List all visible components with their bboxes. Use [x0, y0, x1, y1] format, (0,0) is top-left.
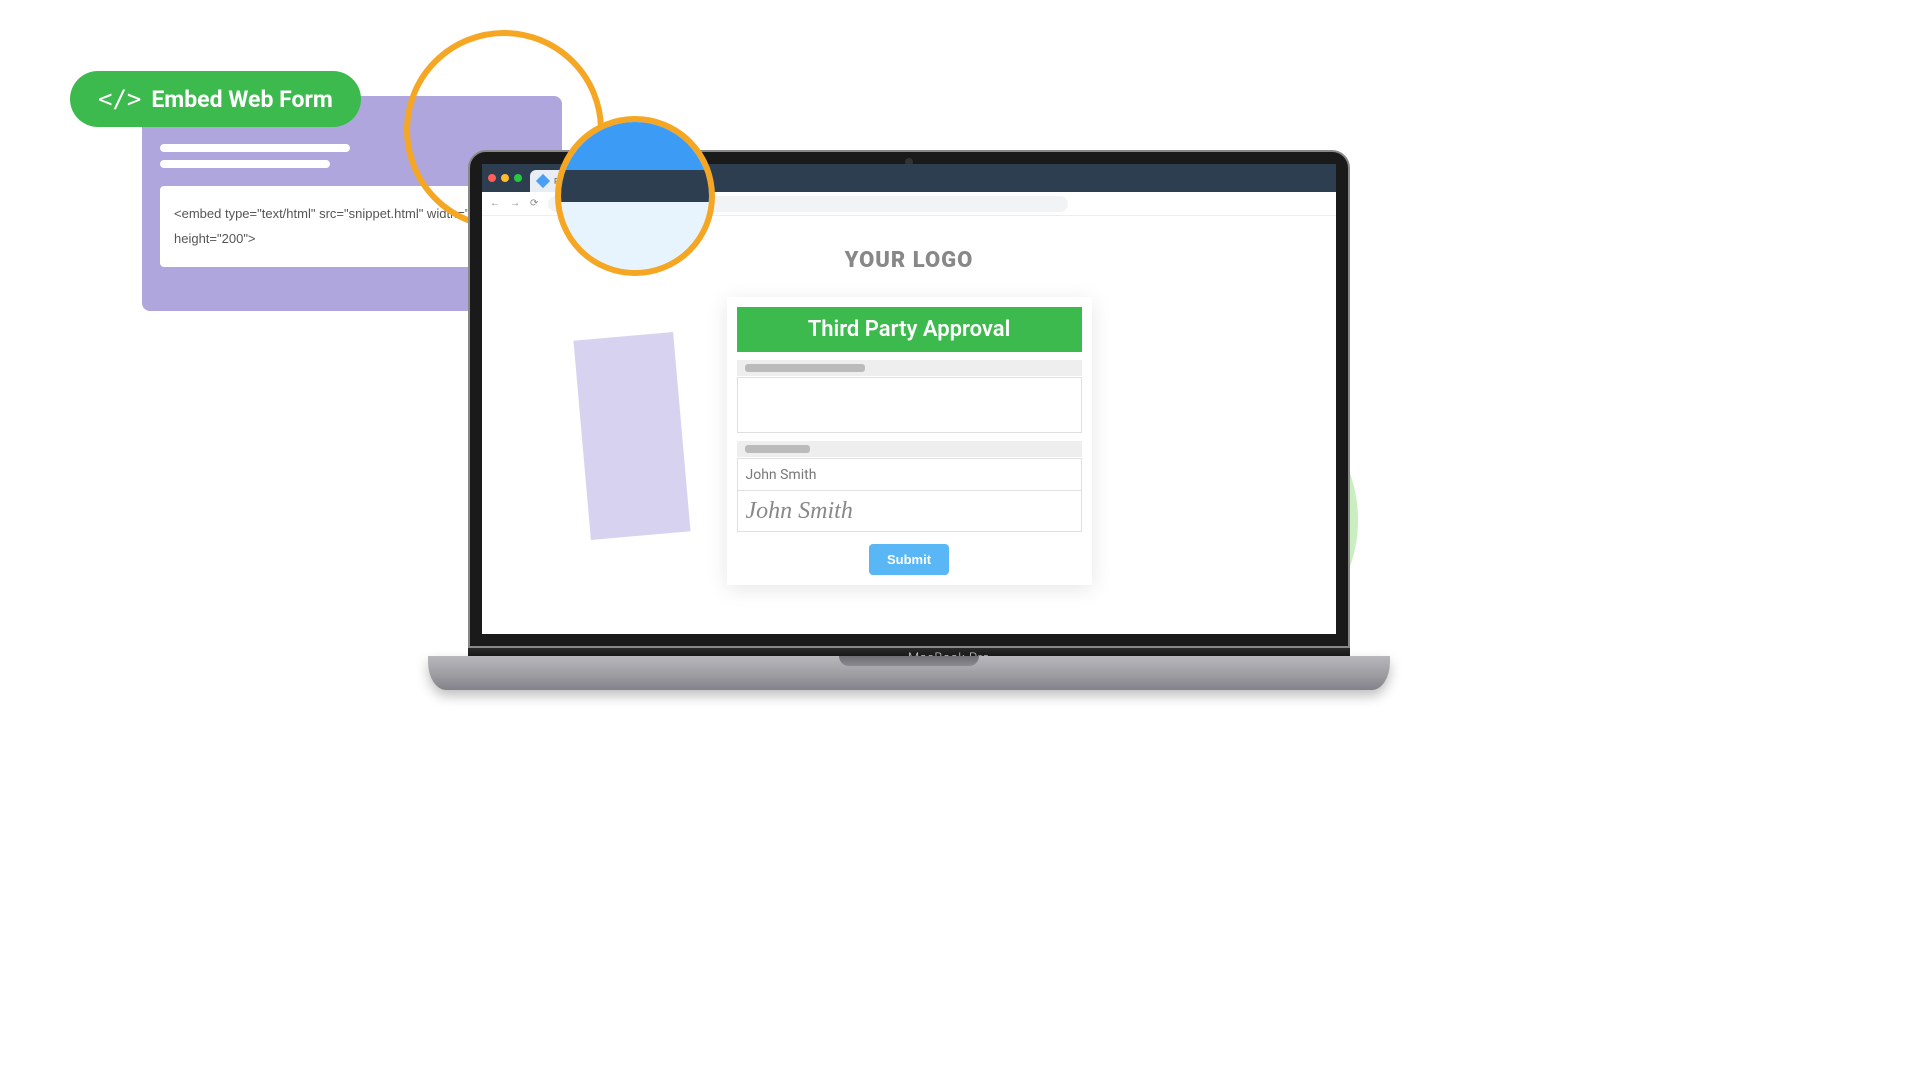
webpage-content: YOUR LOGO Third Party Approval John Smit… — [482, 216, 1336, 634]
form-title: Third Party Approval — [737, 307, 1082, 352]
back-icon[interactable]: ← — [490, 198, 500, 209]
form-field-label — [737, 441, 1082, 457]
signature-text: John Smith — [746, 498, 853, 525]
reload-icon[interactable]: ⟳ — [530, 198, 538, 209]
form-textarea[interactable] — [737, 377, 1082, 433]
placeholder-line — [160, 144, 350, 152]
placeholder-line — [160, 160, 330, 168]
code-icon: </> — [98, 85, 141, 113]
submit-button[interactable]: Submit — [869, 544, 949, 575]
minimize-window-icon[interactable] — [501, 174, 509, 182]
name-input[interactable]: John Smith — [737, 458, 1082, 490]
magnifier-ring-small — [555, 116, 715, 276]
embed-badge-label: Embed Web Form — [151, 86, 332, 113]
embed-web-form-badge: </> Embed Web Form — [70, 71, 361, 127]
signature-field[interactable]: John Smith — [737, 490, 1082, 532]
approval-form-card: Third Party Approval John Smith John Smi… — [727, 297, 1092, 585]
forward-icon[interactable]: → — [510, 198, 520, 209]
window-controls — [488, 174, 522, 182]
maximize-window-icon[interactable] — [514, 174, 522, 182]
close-window-icon[interactable] — [488, 174, 496, 182]
laptop-base — [428, 656, 1390, 690]
form-field-label — [737, 360, 1082, 376]
laptop-hinge: MacBook Pro — [468, 648, 1350, 656]
tab-favicon-icon — [536, 174, 550, 188]
decor-purple-card — [573, 332, 690, 540]
